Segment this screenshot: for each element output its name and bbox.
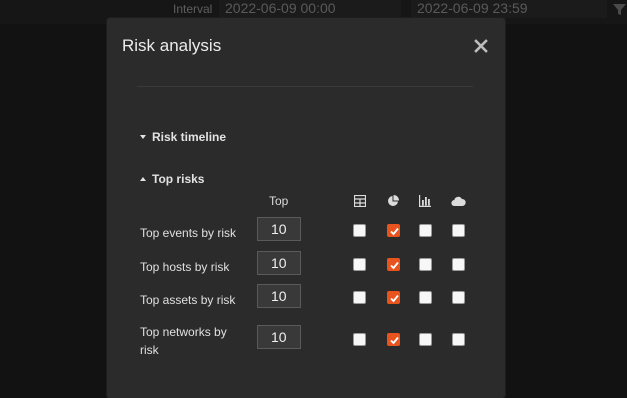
interval-end-input[interactable]: 2022-06-09 23:59 [411, 0, 607, 18]
top-hosts-count-input[interactable]: 10 [257, 251, 301, 275]
top-networks-count-input[interactable]: 10 [257, 325, 301, 349]
assets-table-checkbox[interactable] [353, 291, 366, 304]
networks-table-checkbox[interactable] [353, 333, 366, 346]
events-pie-checkbox[interactable] [387, 224, 400, 237]
caret-up-icon [140, 177, 146, 181]
row-label-events: Top events by risk [140, 226, 237, 240]
events-table-checkbox[interactable] [353, 224, 366, 237]
pie-chart-icon [388, 195, 399, 206]
caret-down-icon [140, 135, 146, 139]
events-cloud-checkbox[interactable] [452, 224, 465, 237]
assets-pie-checkbox[interactable] [387, 291, 400, 304]
cloud-icon [451, 196, 466, 207]
section-risk-timeline[interactable]: Risk timeline [139, 130, 226, 144]
row-label-hosts: Top hosts by risk [140, 260, 230, 274]
interval-start-input[interactable]: 2022-06-09 00:00 [219, 0, 401, 18]
events-bar-checkbox[interactable] [419, 224, 432, 237]
section-top-risks[interactable]: Top risks [139, 172, 204, 186]
row-label-networks: Top networks by risk [140, 325, 227, 357]
bar-chart-icon [419, 195, 431, 207]
risk-analysis-dialog: Risk analysis Risk timeline Top risks To… [107, 18, 505, 398]
section-label: Top risks [152, 172, 205, 186]
networks-bar-checkbox[interactable] [419, 333, 432, 346]
interval-label: Interval [173, 2, 213, 16]
section-label: Risk timeline [152, 130, 227, 144]
row-label-assets: Top assets by risk [140, 293, 236, 307]
hosts-pie-checkbox[interactable] [387, 258, 400, 271]
networks-cloud-checkbox[interactable] [452, 333, 465, 346]
hosts-table-checkbox[interactable] [353, 258, 366, 271]
table-icon [354, 195, 366, 207]
divider [137, 86, 473, 87]
top-events-count-input[interactable]: 10 [257, 217, 301, 241]
networks-pie-checkbox[interactable] [387, 333, 400, 346]
close-icon[interactable] [471, 36, 491, 56]
column-header-top: Top [269, 194, 289, 208]
dialog-title: Risk analysis [122, 36, 222, 55]
assets-cloud-checkbox[interactable] [452, 291, 465, 304]
filter-icon[interactable] [612, 2, 627, 17]
hosts-bar-checkbox[interactable] [419, 258, 432, 271]
hosts-cloud-checkbox[interactable] [452, 258, 465, 271]
assets-bar-checkbox[interactable] [419, 291, 432, 304]
top-assets-count-input[interactable]: 10 [257, 284, 301, 308]
